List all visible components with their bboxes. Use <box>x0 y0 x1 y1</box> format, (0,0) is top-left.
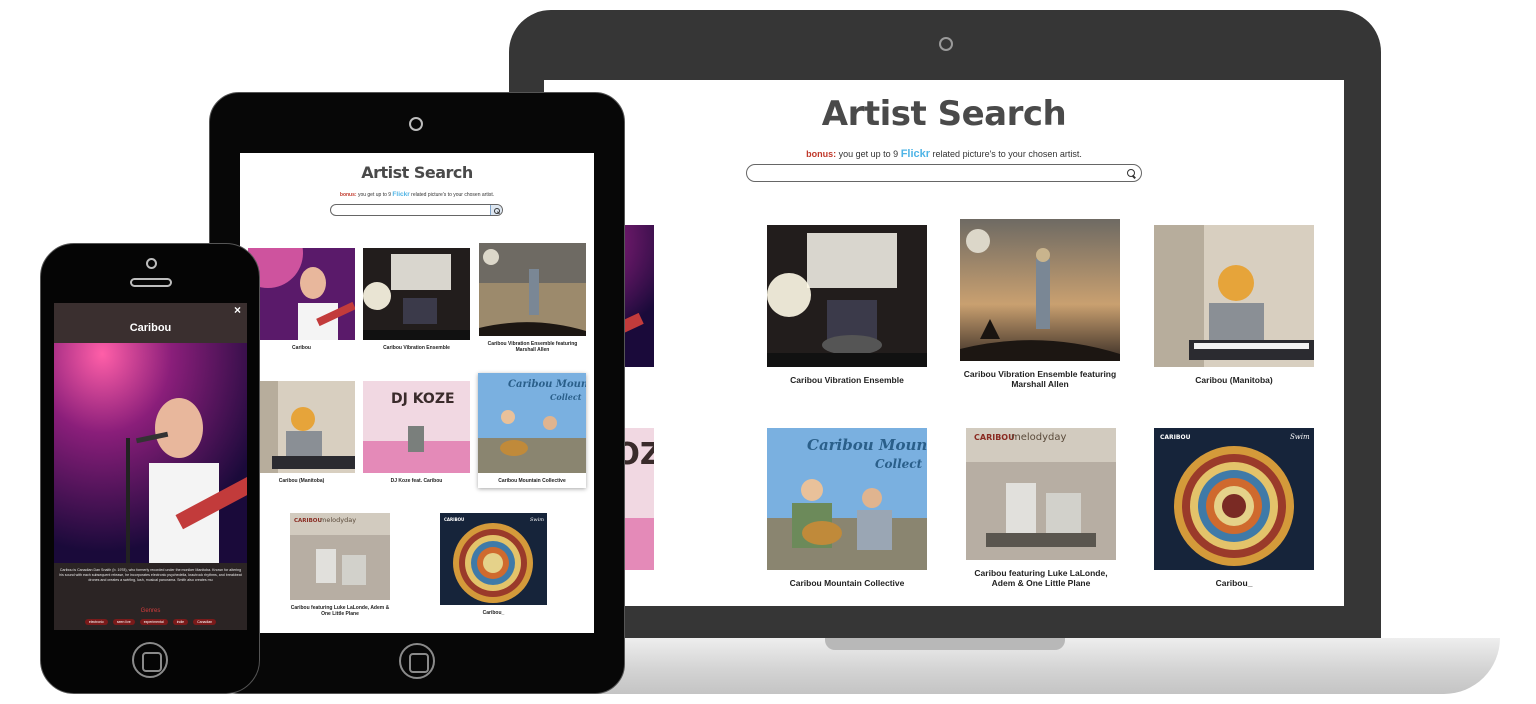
mountain-cover-text: Caribou Moun <box>807 436 927 454</box>
swim-cover-text-b: Swim <box>530 517 544 523</box>
result-image[interactable]: CARIBOU melodyday <box>290 513 390 600</box>
result-caption: Caribou Mountain Collective <box>498 478 566 484</box>
bonus-text-post: related picture's to your chosen artist. <box>409 192 495 198</box>
bonus-line: bonus: you get up to 9 Flickr related pi… <box>544 148 1344 160</box>
search-button[interactable] <box>1121 165 1141 181</box>
result-card[interactable]: CARIBOU melodyday Caribou featuring Luke … <box>290 513 390 617</box>
result-card[interactable]: Caribou Vibration Ensemble <box>363 248 470 351</box>
result-image[interactable] <box>479 243 586 336</box>
result-image[interactable]: CARIBOU melodyday <box>966 428 1116 560</box>
genre-tag[interactable]: experimental <box>139 619 168 625</box>
result-image[interactable]: DJ KOZE <box>363 381 470 473</box>
result-image[interactable] <box>1154 225 1314 367</box>
mountain-cover-text: Caribou Moun <box>508 379 586 390</box>
result-image[interactable] <box>960 219 1120 361</box>
artist-bio: Caribou is Canadian Dan Snaith (b. 1978)… <box>59 568 242 583</box>
modal-body: Caribou is Canadian Dan Snaith (b. 1978)… <box>54 563 247 630</box>
result-card[interactable]: Caribou Vibration Ensemble <box>767 225 927 385</box>
genre-tag[interactable]: Canadian <box>193 619 217 625</box>
result-image[interactable]: Caribou Moun Collect <box>767 428 927 570</box>
result-image[interactable] <box>363 248 470 340</box>
laptop-notch <box>825 638 1065 650</box>
bonus-label: bonus: <box>339 192 357 198</box>
melodyday-cover-text-a: CARIBOU <box>974 433 1015 442</box>
result-caption: Caribou Vibration Ensemble featuring Mar… <box>487 341 578 353</box>
genres-title: Genres <box>140 608 161 614</box>
close-icon[interactable]: × <box>234 303 241 317</box>
result-card[interactable]: CARIBOU Swim Caribou_ <box>1154 428 1314 588</box>
result-caption: Caribou_ <box>482 610 505 616</box>
result-card[interactable]: Caribou Vibration Ensemble featuring Mar… <box>960 219 1120 389</box>
flickr-label: Flickr <box>392 191 410 198</box>
mountain-cover-text-2: Collect <box>550 392 582 402</box>
result-image[interactable] <box>248 248 355 340</box>
bonus-text-pre: you get up to 9 <box>356 192 393 198</box>
result-card[interactable]: Caribou Vibration Ensemble featuring Mar… <box>479 243 586 353</box>
result-caption: Caribou Vibration Ensemble <box>790 375 904 385</box>
genre-tag[interactable]: indie <box>172 619 189 625</box>
laptop-screen: Artist Search bonus: you get up to 9 Fli… <box>544 80 1344 606</box>
result-card[interactable]: Caribou <box>248 248 355 351</box>
modal-header: × Caribou <box>54 303 247 343</box>
result-card[interactable]: CARIBOU melodyday Caribou featuring Luke … <box>966 428 1116 588</box>
tablet-home-button[interactable] <box>399 643 435 679</box>
result-caption: Caribou (Manitoba) <box>1195 375 1273 385</box>
bonus-text-pre: you get up to 9 <box>836 149 901 159</box>
result-caption: Caribou Mountain Collective <box>789 578 905 588</box>
result-caption: Caribou featuring Luke LaLonde, Adem & O… <box>290 605 390 617</box>
bonus-text-post: related picture's to your chosen artist. <box>930 149 1082 159</box>
phone-speaker <box>130 278 172 287</box>
artist-photo <box>54 343 247 563</box>
artist-modal: × Caribou Caribou is Canadian Dan Snaith… <box>54 303 247 630</box>
tablet-camera-icon <box>409 117 423 131</box>
result-card[interactable]: Caribou (Manitoba) <box>1154 225 1314 385</box>
phone-home-button[interactable] <box>132 642 168 678</box>
search-button[interactable] <box>490 205 502 215</box>
result-card[interactable]: DJ KOZE DJ Koze feat. Caribou <box>363 381 470 484</box>
result-caption: Caribou (Manitoba) <box>278 478 325 484</box>
genre-list: electronic seen live experimental indie … <box>54 619 247 625</box>
result-card[interactable]: Caribou Moun Collect Caribou Mountain Col… <box>767 428 927 588</box>
search-input[interactable] <box>746 164 1142 182</box>
tablet-screen: Artist Search bonus: you get up to 9 Fli… <box>240 153 594 633</box>
swim-cover-text-a: CARIBOU <box>444 517 464 522</box>
bonus-label: bonus: <box>806 149 837 159</box>
swim-cover-text-b: Swim <box>1290 433 1310 441</box>
result-image[interactable] <box>767 225 927 367</box>
page-title: Artist Search <box>361 163 473 182</box>
swim-cover-text-a: CARIBOU <box>1160 434 1191 441</box>
laptop-camera-icon <box>939 37 953 51</box>
result-card[interactable]: CARIBOU Swim Caribou_ <box>440 513 547 616</box>
search-input[interactable] <box>330 204 503 216</box>
page-title: Artist Search <box>821 94 1067 134</box>
result-caption: Caribou <box>292 345 311 351</box>
djkoze-cover-text: DJ KOZE <box>391 391 455 407</box>
phone-camera-icon <box>146 258 157 269</box>
result-caption: Caribou_ <box>1215 578 1253 588</box>
flickr-label: Flickr <box>900 148 931 160</box>
melodyday-cover-text-b: melodyday <box>1011 432 1067 443</box>
result-caption: Caribou featuring Luke LaLonde, Adem & O… <box>974 568 1108 589</box>
result-caption: Caribou Vibration Ensemble <box>383 345 450 351</box>
melodyday-cover-text-a: CARIBOU <box>294 518 322 524</box>
result-card[interactable]: Caribou (Manitoba) <box>248 381 355 484</box>
result-image[interactable] <box>248 381 355 473</box>
genre-tag[interactable]: seen live <box>112 619 135 625</box>
result-image[interactable]: CARIBOU Swim <box>1154 428 1314 570</box>
search-icon <box>1127 169 1135 177</box>
result-image[interactable]: CARIBOU Swim <box>440 513 547 605</box>
search-icon <box>494 207 500 214</box>
result-image[interactable]: Caribou Moun Collect <box>478 373 586 473</box>
modal-title: Caribou <box>129 322 172 334</box>
result-card[interactable]: Caribou Moun Collect Caribou Mountain Col… <box>478 373 586 488</box>
genre-tag[interactable]: electronic <box>84 619 108 625</box>
result-caption: Caribou Vibration Ensemble featuring Mar… <box>963 369 1117 390</box>
result-caption: DJ Koze feat. Caribou <box>390 478 443 484</box>
mountain-cover-text-2: Collect <box>875 457 923 471</box>
melodyday-cover-text-b: melodyday <box>320 516 356 524</box>
bonus-line: bonus: you get up to 9 Flickr related pi… <box>240 191 594 198</box>
